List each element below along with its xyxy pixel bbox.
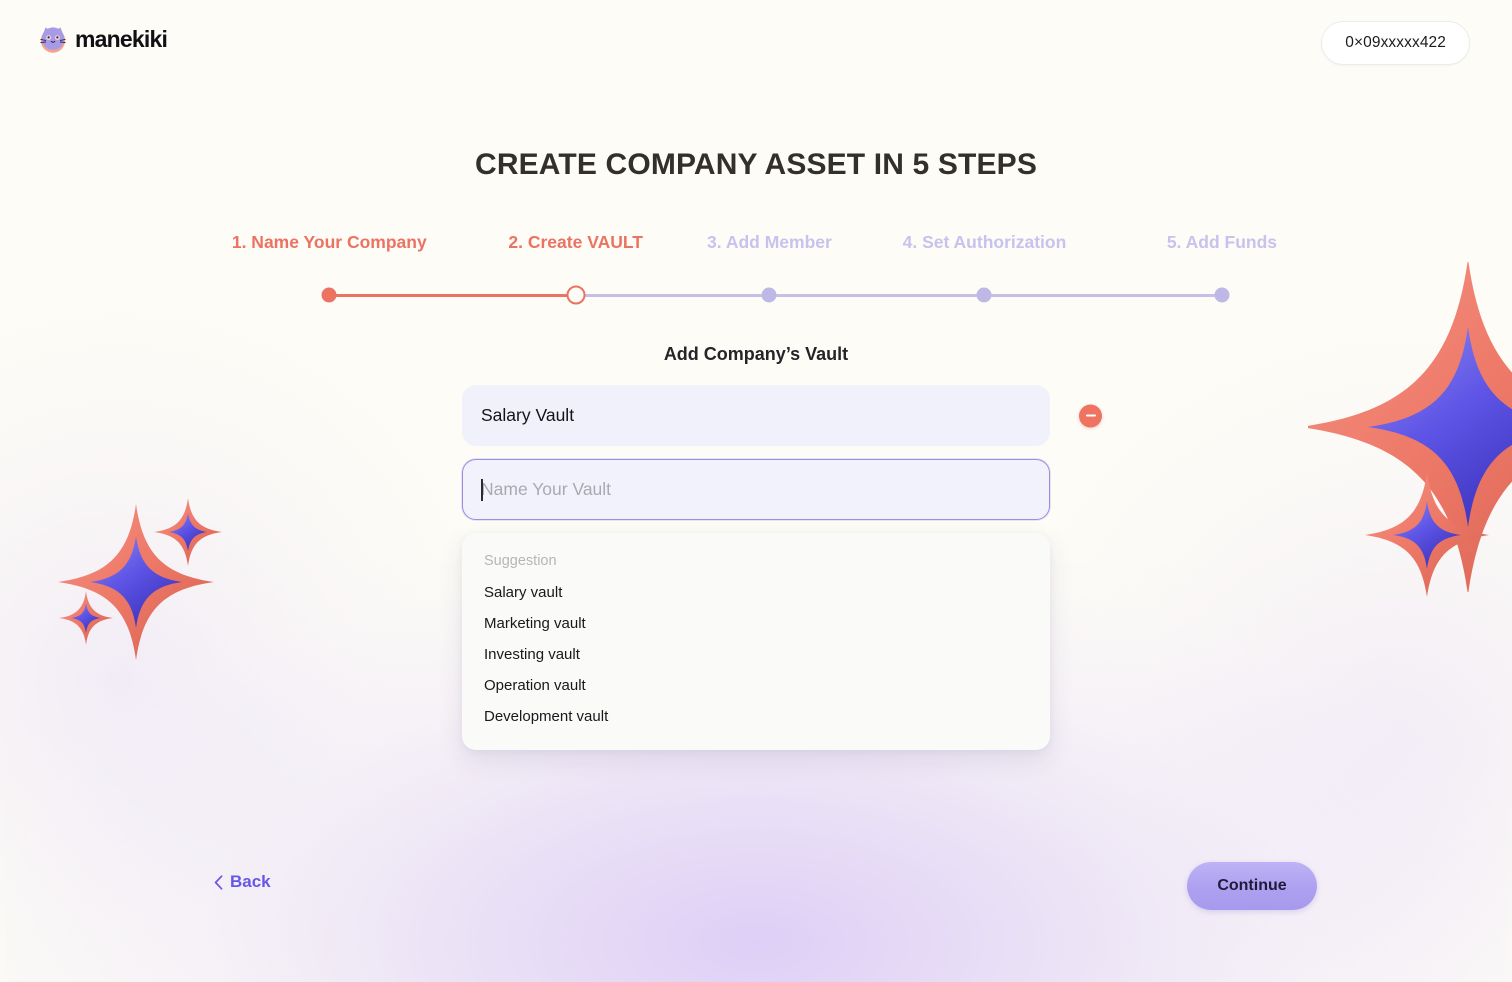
stepper-dot-3[interactable] [761,287,777,303]
stepper-track [196,284,1316,306]
vault-row-1 [462,385,1102,446]
suggestion-item-marketing[interactable]: Marketing vault [462,608,1050,639]
chevron-left-icon [214,874,223,890]
cat-face-icon [40,27,66,53]
brand-logo[interactable]: manekiki [38,24,168,54]
stepper-dot-2[interactable] [566,285,586,305]
four-point-star-large-icon [1300,259,1512,595]
form-heading: Add Company’s Vault [663,344,849,364]
suggestion-item-operation[interactable]: Operation vault [462,670,1050,701]
suggestion-item-development[interactable]: Development vault [462,701,1050,732]
stepper-dot-5[interactable] [1214,287,1230,303]
page-title: CREATE COMPANY ASSET IN 5 STEPS [475,148,1037,181]
four-point-star-icon [58,498,222,660]
remove-vault-button-1[interactable] [1079,404,1102,427]
four-point-star-small-icon [1365,473,1489,597]
sparkle-decoration-right-small [1362,470,1492,605]
sparkle-decoration-left [58,486,228,671]
continue-button[interactable]: Continue [1187,862,1317,910]
stepper-segment-4 [984,294,1222,297]
step-label-3[interactable]: 3. Add Member [707,232,832,253]
step-label-5[interactable]: 5. Add Funds [1167,232,1277,253]
wallet-address-badge[interactable]: 0×09xxxxx422 [1321,21,1470,65]
progress-stepper: 1. Name Your Company 2. Create VAULT 3. … [196,232,1316,306]
vault-row-2 [462,459,1050,520]
vault-form: Add Company’s Vault Suggestion Salary va… [462,344,1102,750]
suggestion-list-title: Suggestion [484,553,557,569]
stepper-segment-2 [575,294,770,297]
stepper-dot-4[interactable] [976,287,992,303]
back-button[interactable]: Back [214,872,271,892]
suggestion-item-investing[interactable]: Investing vault [462,639,1050,670]
back-button-label: Back [230,872,271,891]
stepper-segment-1 [329,294,576,297]
stepper-dot-1[interactable] [321,287,337,303]
suggestion-dropdown: Suggestion Salary vault Marketing vault … [462,533,1050,750]
suggestion-item-salary[interactable]: Salary vault [462,577,1050,608]
step-label-4[interactable]: 4. Set Authorization [903,232,1067,253]
minus-circle-icon [1085,414,1096,417]
step-label-2[interactable]: 2. Create VAULT [508,232,643,253]
vault-name-input-2[interactable] [462,459,1050,520]
vault-name-input-1[interactable] [462,385,1050,446]
stepper-labels: 1. Name Your Company 2. Create VAULT 3. … [196,232,1316,258]
stepper-segment-3 [769,294,985,297]
sparkle-decoration-right [1300,259,1512,597]
brand-wordmark: manekiki [75,25,168,52]
step-label-1[interactable]: 1. Name Your Company [232,232,427,253]
app-header: manekiki 0×09xxxxx422 [0,0,1512,84]
text-caret [481,478,483,501]
